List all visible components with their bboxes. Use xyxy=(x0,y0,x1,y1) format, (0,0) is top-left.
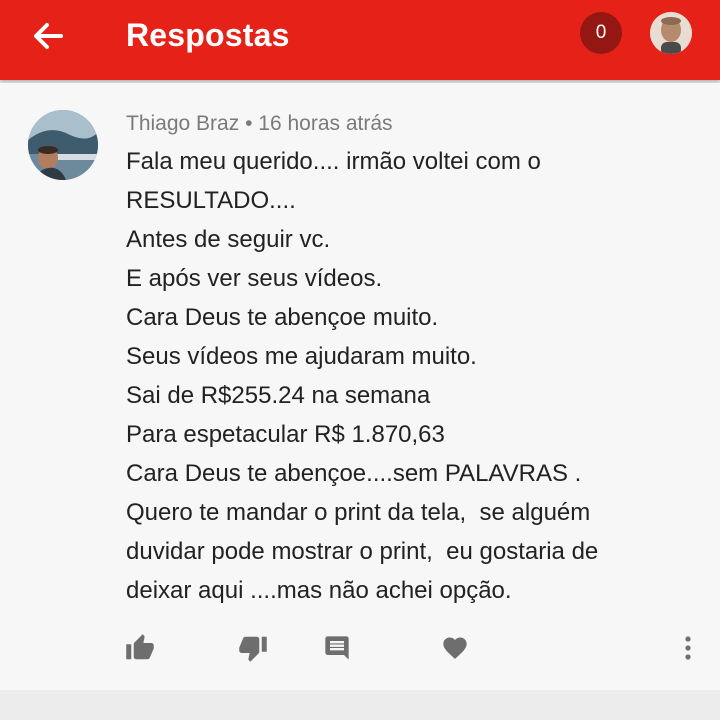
comment-line: Cara Deus te abençoe....sem PALAVRAS . xyxy=(126,460,582,487)
comment-line: deixar aqui ....mas não achei opção. xyxy=(126,577,512,604)
back-button[interactable] xyxy=(22,12,74,60)
comment-text: Fala meu querido.... irmão voltei com o … xyxy=(126,142,696,610)
meta-separator: • xyxy=(245,112,253,135)
account-avatar[interactable] xyxy=(650,12,692,54)
author-name[interactable]: Thiago Braz xyxy=(126,112,239,135)
comment-line: Quero te mandar o print da tela, se algu… xyxy=(126,499,591,526)
comment-line: E após ver seus vídeos. xyxy=(126,265,383,292)
heart-icon xyxy=(443,637,467,659)
comment-line: Fala meu querido.... irmão voltei com o xyxy=(126,148,541,175)
thumb-up-icon xyxy=(126,634,154,660)
account-avatar-image xyxy=(650,12,692,54)
list-background xyxy=(0,690,720,720)
dislike-button[interactable] xyxy=(233,628,273,668)
comment-line: duvidar pode mostrar o print, eu gostari… xyxy=(126,538,599,565)
comment-card: Thiago Braz • 16 horas atrás Fala meu qu… xyxy=(0,83,720,690)
comment-line: Seus vídeos me ajudaram muito. xyxy=(126,343,477,370)
comment-line: Sai de R$255.24 na semana xyxy=(126,382,431,409)
page-title: Respostas xyxy=(126,17,290,53)
more-options-button[interactable] xyxy=(668,628,708,668)
comment-time: 16 horas atrás xyxy=(258,112,393,135)
like-button[interactable] xyxy=(120,628,160,668)
notification-badge[interactable]: 0 xyxy=(580,12,622,54)
more-vert-icon xyxy=(685,636,691,660)
thumb-down-icon xyxy=(239,636,267,662)
app-bar: Respostas 0 xyxy=(0,0,720,80)
arrow-back-icon xyxy=(34,23,63,49)
comment-line: Para espetacular R$ 1.870,63 xyxy=(126,421,445,448)
comment-actions xyxy=(0,628,720,668)
comment-line: Antes de seguir vc. xyxy=(126,226,331,253)
reply-comment-icon xyxy=(325,636,349,660)
comment-line: RESULTADO.... xyxy=(126,187,296,214)
author-avatar[interactable] xyxy=(28,110,98,180)
comment-line: Cara Deus te abençoe muito. xyxy=(126,304,439,331)
author-avatar-image xyxy=(28,110,98,180)
heart-button[interactable] xyxy=(435,628,475,668)
comment-meta: Thiago Braz • 16 horas atrás xyxy=(126,111,393,137)
reply-button[interactable] xyxy=(317,628,357,668)
